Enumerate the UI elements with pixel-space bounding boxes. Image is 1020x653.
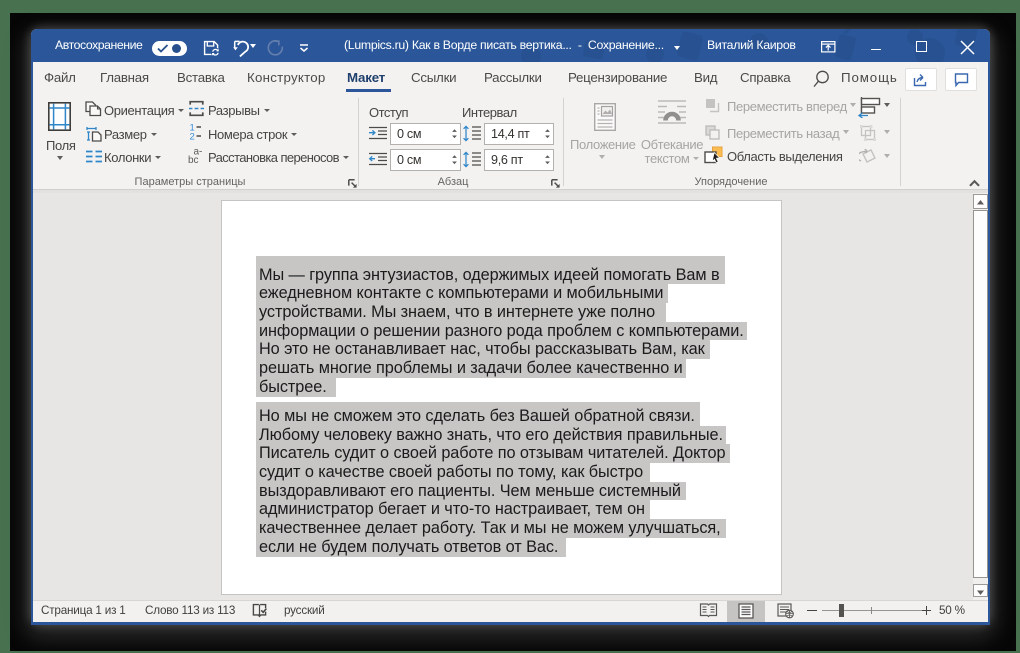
svg-text:bc: bc bbox=[188, 155, 199, 165]
svg-text:2: 2 bbox=[190, 132, 195, 141]
